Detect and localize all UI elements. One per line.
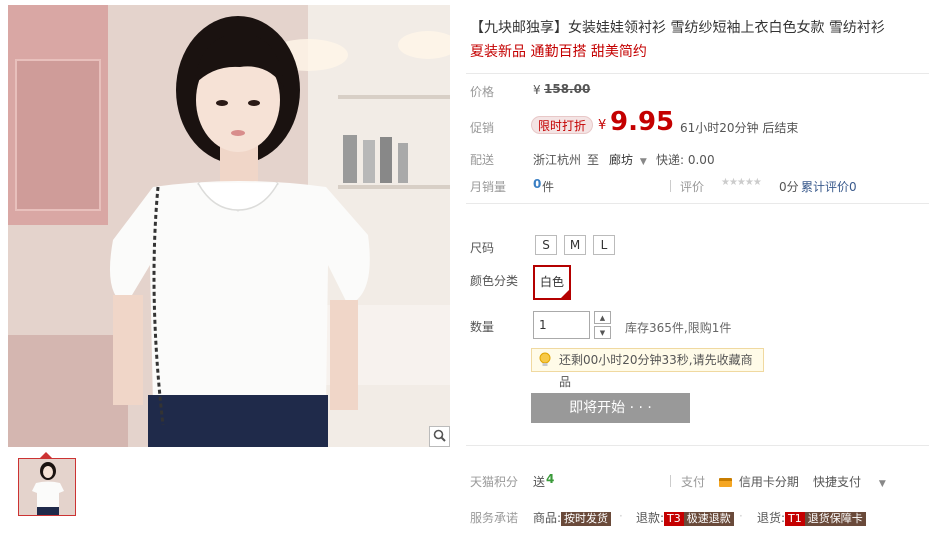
divider [466, 203, 929, 204]
shipping-label: 配送 [470, 153, 495, 167]
points-label: 天猫积分 [470, 475, 519, 489]
lightbulb-icon [538, 352, 552, 368]
size-option-l[interactable]: L [593, 235, 615, 255]
service-return-code: T1 [785, 512, 805, 526]
quick-pay-label: 快捷支付 [813, 475, 862, 489]
service-refund: 退款: T3 极速退款 [636, 509, 734, 526]
promo-label: 促销 [470, 121, 495, 135]
service-goods-badge[interactable]: 按时发货 [561, 512, 612, 526]
zoom-button[interactable] [429, 426, 450, 447]
chevron-up-icon: ▲ [599, 313, 606, 322]
stock-info: 库存365件,限购1件 [625, 321, 732, 335]
rating-stars-icon: ★★★★★ [721, 177, 762, 188]
service-refund-label: 退款: [636, 511, 665, 525]
quantity-decrease-button[interactable]: ▼ [594, 326, 611, 339]
quantity-label: 数量 [470, 320, 495, 334]
divider [670, 180, 671, 192]
thumbnail-illustration [19, 459, 75, 515]
points-text: 送 [533, 475, 546, 489]
product-title-sub: 夏装新品 通勤百搭 甜美简约 [470, 44, 647, 60]
divider [466, 445, 929, 446]
service-goods-label: 商品: [533, 511, 562, 525]
payment-label: 支付 [681, 475, 706, 489]
product-photo-illustration [8, 5, 450, 447]
product-thumbnail[interactable] [18, 458, 76, 516]
promo-tag: 限时打折 [531, 116, 594, 134]
chevron-down-icon: ▼ [599, 328, 606, 337]
shipping-from: 浙江杭州 [533, 153, 582, 167]
rating-label: 评价 [680, 180, 705, 194]
product-title: 【九块邮独享】女装娃娃领衬衫 雪纺纱短袖上衣白色女款 雪纺衬衫 夏装新品 通勤百… [470, 16, 920, 64]
price-label: 价格 [470, 85, 495, 99]
rating-score: 0分 [779, 180, 799, 194]
service-refund-badge[interactable]: 极速退款 [683, 512, 734, 526]
divider [670, 475, 671, 487]
color-label: 颜色分类 [470, 274, 519, 288]
service-label: 服务承诺 [470, 511, 519, 525]
service-goods: 商品: 按时发货 [533, 509, 612, 526]
chevron-down-icon: ▼ [878, 479, 886, 489]
product-page: 【九块邮独享】女装娃娃领衬衫 雪纺纱短袖上衣白色女款 雪纺衬衫 夏装新品 通勤百… [0, 0, 930, 538]
sales-count: 0 [533, 177, 542, 191]
quick-pay-select[interactable]: 快捷支付 ▼ [813, 473, 886, 490]
promo-price-currency: ¥ [598, 118, 607, 133]
selected-check-icon [560, 289, 570, 299]
promo-countdown: 61小时20分钟 后结束 [680, 121, 799, 135]
shipping-to-word: 至 [587, 153, 600, 167]
service-return: 退货: T1 退货保障卡 [757, 509, 866, 526]
sales-label: 月销量 [470, 180, 507, 194]
divider [466, 73, 929, 74]
promo-price: 9.95 [610, 107, 675, 137]
service-refund-code: T3 [664, 512, 684, 526]
points-value: 4 [546, 472, 555, 486]
coming-soon-button[interactable]: 即将开始 · · · [531, 393, 690, 423]
size-label: 尺码 [470, 241, 495, 255]
dot-separator: · [619, 509, 623, 523]
product-title-main: 【九块邮独享】女装娃娃领衬衫 雪纺纱短袖上衣白色女款 雪纺衬衫 [470, 20, 885, 36]
quantity-increase-button[interactable]: ▲ [594, 311, 611, 324]
magnifier-icon [433, 429, 446, 445]
shipping-fee: 快递: 0.00 [656, 153, 715, 167]
shipping-destination: 廊坊 [609, 153, 634, 167]
reminder-text: 还剩00小时20分钟33秒,请先收藏商品 [559, 353, 753, 389]
product-main-image[interactable] [8, 5, 450, 447]
credit-installment[interactable]: 信用卡分期 [719, 473, 799, 490]
credit-card-icon [719, 478, 732, 487]
total-reviews-link[interactable]: 累计评价0 [801, 178, 857, 195]
service-return-badge[interactable]: 退货保障卡 [804, 512, 866, 526]
service-return-label: 退货: [757, 511, 786, 525]
size-option-s[interactable]: S [535, 235, 557, 255]
color-option-label: 白色 [539, 275, 564, 289]
sales-unit: 件 [542, 180, 555, 194]
credit-installment-label: 信用卡分期 [738, 475, 799, 489]
quantity-input[interactable] [533, 311, 590, 339]
chevron-down-icon: ▼ [639, 157, 647, 167]
shipping-destination-select[interactable]: 廊坊 ▼ [609, 151, 647, 168]
original-price: 158.00 [544, 82, 591, 96]
color-option-white[interactable]: 白色 [533, 265, 571, 300]
original-price-currency: ¥ [533, 83, 541, 97]
dot-separator: · [739, 509, 743, 523]
reminder-tip: 还剩00小时20分钟33秒,请先收藏商品 [531, 348, 764, 389]
size-option-m[interactable]: M [564, 235, 586, 255]
